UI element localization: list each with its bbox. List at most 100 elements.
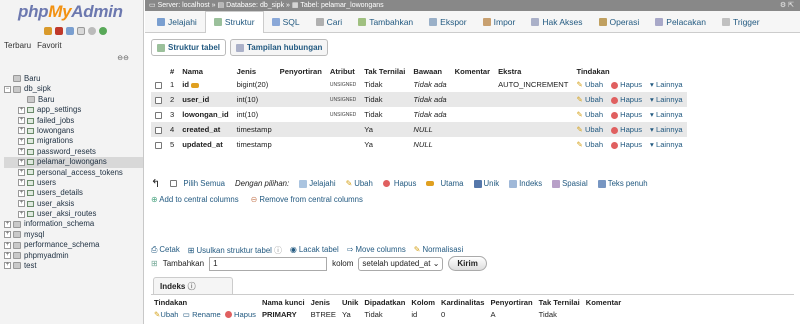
more-action[interactable]: ▾ Lainnya <box>646 92 687 107</box>
track-table-link[interactable]: ◉ Lacak tabel <box>290 245 339 256</box>
check-all-checkbox[interactable] <box>170 180 178 187</box>
sidebar-item[interactable]: + user_aksis <box>4 199 143 209</box>
row-checkbox[interactable] <box>155 96 162 104</box>
tab-jelajahi[interactable]: Jelajahi <box>149 11 205 33</box>
sidebar-item[interactable]: + performance_schema <box>4 240 143 250</box>
tab-cari[interactable]: Cari <box>308 11 351 33</box>
breadcrumb-database[interactable]: Database: db_sipk <box>226 2 284 9</box>
query-window-icon[interactable] <box>66 27 74 35</box>
expand-toggle-icon[interactable]: + <box>18 189 25 197</box>
sidebar-item[interactable]: + personal_access_tokens <box>4 168 143 178</box>
sidebar-item[interactable]: + pelamar_lowongans <box>4 157 143 168</box>
remove-central-columns-button[interactable]: ⊖ Remove from central columns <box>251 195 363 204</box>
breadcrumb-server[interactable]: Server: localhost <box>158 2 210 9</box>
tab-hak-akses[interactable]: Hak Akses <box>523 11 590 33</box>
sidebar-item[interactable]: + information_schema <box>4 219 143 229</box>
edit-action[interactable]: ✎ Ubah <box>572 92 608 107</box>
expand-toggle-icon[interactable]: + <box>18 200 25 208</box>
add-column-count-input[interactable]: 1 <box>209 256 328 271</box>
tab-pelacakan[interactable]: Pelacakan <box>647 11 714 33</box>
row-checkbox[interactable] <box>155 111 162 119</box>
normalize-link[interactable]: ✎ Normalisasi <box>414 245 463 256</box>
more-action[interactable]: ▾ Lainnya <box>646 107 687 122</box>
tab-sql[interactable]: SQL <box>264 11 308 33</box>
add-central-columns-button[interactable]: ⊕ Add to central columns <box>151 195 239 204</box>
sidebar-item[interactable]: + mysql <box>4 230 143 240</box>
sidebar-item[interactable]: + users <box>4 178 143 188</box>
edit-action[interactable]: ✎ Ubah <box>572 77 608 92</box>
expand-toggle-icon[interactable]: + <box>18 148 25 156</box>
tab-tambahkan[interactable]: Tambahkan <box>350 11 421 33</box>
tab-struktur[interactable]: Struktur <box>204 10 264 33</box>
bulk-index-button[interactable]: Indeks <box>509 179 542 188</box>
help-icon[interactable]: ⓘ <box>188 282 196 291</box>
recent-tab[interactable]: Terbaru <box>4 41 31 50</box>
drop-action[interactable]: Hapus <box>607 122 647 137</box>
indexes-header[interactable]: Indeks ⓘ <box>153 277 233 295</box>
sidebar-item[interactable]: + test <box>4 261 143 271</box>
bulk-drop-button[interactable]: Hapus <box>382 179 416 188</box>
favorite-tab[interactable]: Favorit <box>37 41 61 50</box>
sidebar-item[interactable]: + users_details <box>4 188 143 198</box>
drop-action[interactable]: Hapus <box>607 137 647 152</box>
tab-trigger[interactable]: Trigger <box>714 11 768 33</box>
sidebar-item[interactable]: + lowongans <box>4 126 143 136</box>
sidebar-item[interactable]: + failed_jobs <box>4 116 143 126</box>
more-action[interactable]: ▾ Lainnya <box>646 122 687 137</box>
tab-ekspor[interactable]: Ekspor <box>421 11 474 33</box>
sidebar-item[interactable]: + app_settings <box>4 105 143 115</box>
collapse-link-icon[interactable]: ⊖⊖ <box>117 54 129 62</box>
row-checkbox[interactable] <box>155 126 162 134</box>
sidebar-item[interactable]: + migrations <box>4 136 143 146</box>
help-icon[interactable]: ⓘ <box>274 246 282 255</box>
check-all[interactable]: Pilih Semua <box>170 179 225 188</box>
home-icon[interactable] <box>44 27 52 35</box>
expand-toggle-icon[interactable]: + <box>18 117 25 124</box>
expand-toggle-icon[interactable]: + <box>18 210 25 218</box>
expand-toggle-icon[interactable]: + <box>4 231 11 239</box>
drop-action[interactable]: Hapus <box>607 92 647 107</box>
sidebar-item[interactable]: + user_aksi_routes <box>4 209 143 219</box>
sidebar-item[interactable]: + phpmyadmin <box>4 251 143 261</box>
expand-toggle-icon[interactable]: + <box>4 262 11 270</box>
move-columns-link[interactable]: ⇨ Move columns <box>347 245 406 256</box>
breadcrumb-table[interactable]: Tabel: pelamar_lowongans <box>300 2 383 9</box>
drop-action[interactable]: Hapus <box>607 77 647 92</box>
bulk-primary-button[interactable]: Utama <box>426 179 464 188</box>
index-rename-button[interactable]: ▭ Rename <box>183 310 221 319</box>
more-action[interactable]: ▾ Lainnya <box>646 137 687 152</box>
expand-toggle-icon[interactable]: + <box>4 241 11 249</box>
gear-icon[interactable]: ⚙ ⇱ <box>780 0 794 11</box>
bulk-browse-button[interactable]: Jelajahi <box>299 179 336 188</box>
propose-structure-link[interactable]: ⊞ Usulkan struktur tabel ⓘ <box>188 245 282 256</box>
tab-relation-view[interactable]: Tampilan hubungan <box>230 39 329 56</box>
tab-table-structure[interactable]: Struktur tabel <box>151 39 227 56</box>
exit-icon[interactable] <box>55 27 63 35</box>
expand-toggle-icon[interactable]: + <box>18 106 25 114</box>
bulk-spatial-button[interactable]: Spasial <box>552 179 588 188</box>
settings-icon[interactable] <box>88 27 96 35</box>
sidebar-item[interactable]: Baru <box>4 95 143 105</box>
row-checkbox[interactable] <box>155 141 162 149</box>
submit-button[interactable]: Kirim <box>448 256 487 271</box>
expand-toggle-icon[interactable]: + <box>18 137 25 145</box>
sidebar-item[interactable]: Baru <box>4 74 143 84</box>
index-drop-button[interactable]: Hapus <box>225 310 256 319</box>
drop-action[interactable]: Hapus <box>607 107 647 122</box>
tab-impor[interactable]: Impor <box>475 11 524 33</box>
docs-icon[interactable] <box>77 27 85 35</box>
bulk-change-button[interactable]: ✎ Ubah <box>346 179 373 188</box>
expand-toggle-icon[interactable]: + <box>18 168 25 176</box>
more-action[interactable]: ▾ Lainnya <box>646 77 687 92</box>
sidebar-item[interactable]: + password_resets <box>4 147 143 157</box>
expand-toggle-icon[interactable]: + <box>18 127 25 135</box>
bulk-unique-button[interactable]: Unik <box>473 179 499 188</box>
expand-toggle-icon[interactable]: + <box>18 179 25 187</box>
expand-toggle-icon[interactable]: − <box>4 85 11 93</box>
edit-action[interactable]: ✎ Ubah <box>572 107 608 122</box>
edit-action[interactable]: ✎ Ubah <box>572 137 608 152</box>
tab-operasi[interactable]: Operasi <box>591 11 648 33</box>
phpmyadmin-logo[interactable]: phpMyAdmin <box>18 2 123 22</box>
bulk-fulltext-button[interactable]: Teks penuh <box>597 179 648 188</box>
edit-action[interactable]: ✎ Ubah <box>572 122 608 137</box>
